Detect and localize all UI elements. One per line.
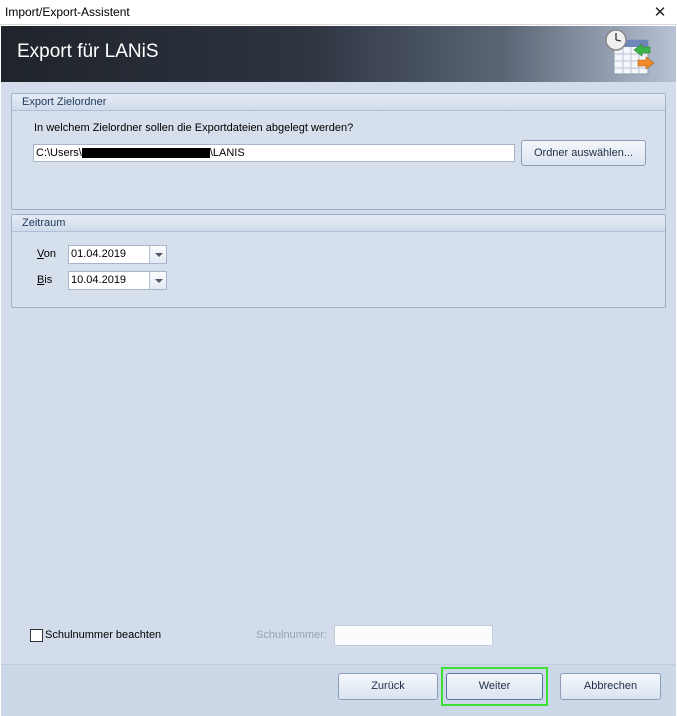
school-number-label: Schulnummer: xyxy=(256,629,327,641)
close-icon[interactable]: ✕ xyxy=(643,0,677,25)
chevron-down-icon[interactable] xyxy=(149,246,166,263)
folder-path-input[interactable]: C:\Users\ \LANIS xyxy=(33,144,515,162)
chevron-down-icon[interactable] xyxy=(149,272,166,289)
wizard-content: Export Zielordner In welchem Zielordner … xyxy=(1,82,676,664)
next-button[interactable]: Weiter xyxy=(446,673,543,700)
from-date-value: 01.04.2019 xyxy=(71,248,127,260)
calendar-export-icon xyxy=(605,29,655,75)
group-title: Zeitraum xyxy=(12,215,665,232)
back-button[interactable]: Zurück xyxy=(338,673,438,700)
wizard-footer: Zurück Weiter Abbrechen xyxy=(1,664,676,716)
school-number-input[interactable] xyxy=(334,625,493,646)
path-prefix: C:\Users\ xyxy=(36,147,82,159)
export-folder-group: Export Zielordner In welchem Zielordner … xyxy=(11,93,666,210)
page-title: Export für LANiS xyxy=(17,41,159,62)
to-date-picker[interactable]: 10.04.2019 xyxy=(68,271,167,290)
school-number-checkbox[interactable] xyxy=(30,629,43,642)
path-suffix: \LANIS xyxy=(209,147,245,159)
folder-question: In welchem Zielordner sollen die Exportd… xyxy=(34,122,354,134)
redacted-username xyxy=(81,148,210,159)
to-label: Bis xyxy=(37,274,53,286)
group-title: Export Zielordner xyxy=(12,94,665,111)
school-number-checkbox-label[interactable]: Schulnummer beachten xyxy=(45,629,161,641)
title-bar: Import/Export-Assistent ✕ xyxy=(0,0,677,25)
choose-folder-button[interactable]: Ordner auswählen... xyxy=(521,140,646,166)
window-title: Import/Export-Assistent xyxy=(5,5,130,19)
period-group: Zeitraum Von 01.04.2019 Bis 10.04.2019 xyxy=(11,214,666,308)
to-date-value: 10.04.2019 xyxy=(71,274,127,286)
from-date-picker[interactable]: 01.04.2019 xyxy=(68,245,167,264)
cancel-button[interactable]: Abbrechen xyxy=(560,673,661,700)
wizard-banner: Export für LANiS xyxy=(1,26,676,82)
from-label: Von xyxy=(37,248,56,260)
